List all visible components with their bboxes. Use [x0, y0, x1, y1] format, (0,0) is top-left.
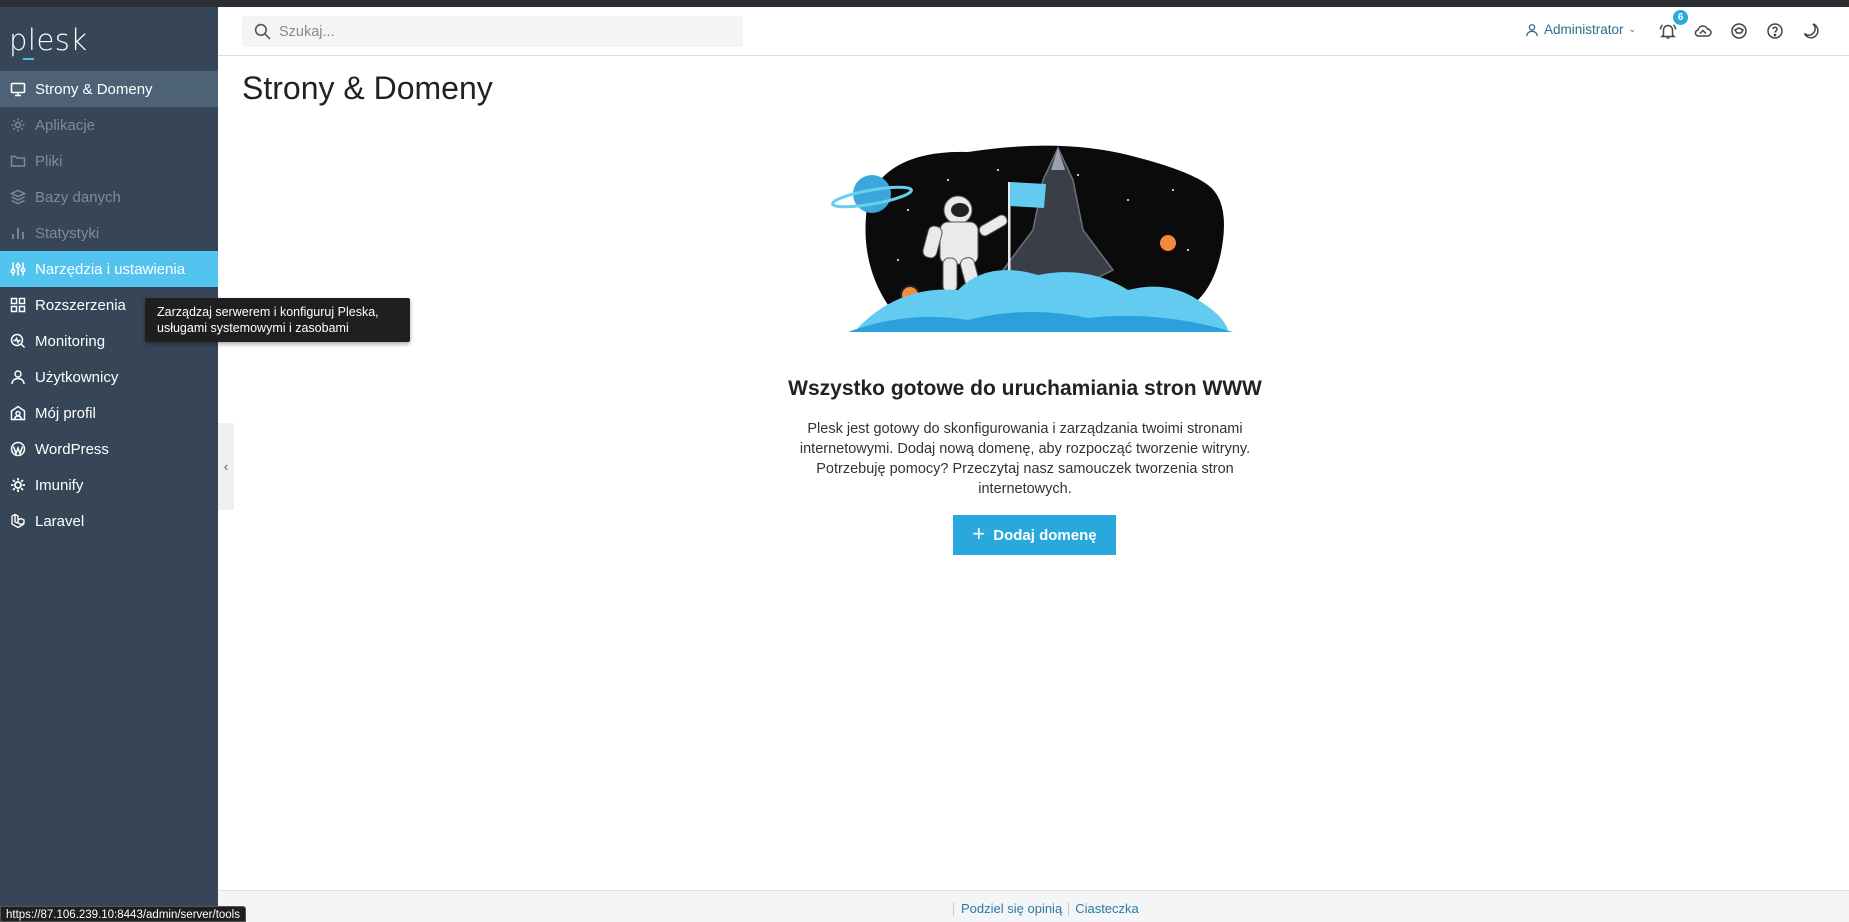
page-title: Strony & Domeny: [242, 70, 493, 106]
bar-chart-icon: [10, 225, 26, 241]
user-menu[interactable]: Administrator ⌄: [1525, 22, 1636, 37]
gear-icon: [10, 117, 26, 133]
bell-icon: [1659, 24, 1677, 39]
search-icon: [254, 23, 271, 40]
sidebar-item-label: Aplikacje: [35, 116, 96, 134]
notifications-button[interactable]: [1658, 21, 1678, 41]
advisor-button[interactable]: [1729, 21, 1749, 41]
user-name: Administrator: [1544, 22, 1624, 37]
cookies-link[interactable]: Ciasteczka: [1069, 901, 1145, 916]
footer: Podziel się opinią Ciasteczka: [218, 890, 1849, 922]
empty-state-title: Wszystko gotowe do uruchamiania stron WW…: [788, 377, 1262, 400]
database-icon: [10, 189, 26, 205]
notifications-badge: 6: [1673, 10, 1688, 25]
profile-icon: [10, 405, 26, 421]
logo-accent: [23, 58, 34, 60]
sidebar-item-label: Bazy danych: [35, 188, 121, 206]
sidebar-item-label: Monitoring: [35, 332, 106, 350]
sidebar-item-tools-settings[interactable]: Narzędzia i ustawienia: [0, 251, 218, 287]
sidebar-item-label: Narzędzia i ustawienia: [35, 260, 186, 278]
browser-status-url: https://87.106.239.10:8443/admin/server/…: [0, 906, 246, 922]
sidebar: plesk Strony & Domeny Aplikacje Pliki Ba…: [0, 7, 218, 922]
sidebar-item-websites-domains[interactable]: Strony & Domeny: [0, 71, 218, 107]
sidebar-item-applications[interactable]: Aplikacje: [0, 107, 218, 143]
feedback-link[interactable]: Podziel się opinią: [955, 901, 1068, 916]
tools-settings-tooltip: Zarządzaj serwerem i konfiguruj Pleska, …: [145, 298, 410, 342]
sidebar-item-statistics[interactable]: Statystyki: [0, 215, 218, 251]
search-input[interactable]: [279, 23, 719, 40]
sidebar-item-label: Mój profil: [35, 404, 96, 422]
top-header: Administrator ⌄ 6: [218, 7, 1849, 56]
cloud-button[interactable]: [1693, 21, 1713, 41]
add-domain-label: Dodaj domenę: [993, 526, 1097, 544]
help-button[interactable]: [1765, 21, 1785, 41]
sidebar-item-label: Imunify: [35, 476, 84, 494]
help-icon: [1767, 23, 1783, 39]
browser-top-strip: [0, 0, 1849, 7]
imunify-icon: [10, 477, 26, 493]
sidebar-item-my-profile[interactable]: Mój profil: [0, 395, 218, 431]
user-icon: [1526, 23, 1538, 36]
sidebar-item-databases[interactable]: Bazy danych: [0, 179, 218, 215]
chevron-left-icon: ‹: [223, 459, 229, 474]
sidebar-collapse-handle[interactable]: ‹: [218, 423, 234, 510]
sliders-icon: [10, 261, 26, 277]
plesk-logo[interactable]: plesk: [9, 23, 88, 63]
user-icon: [10, 369, 26, 385]
add-domain-button[interactable]: + Dodaj domenę: [953, 515, 1116, 555]
monitoring-icon: [10, 333, 26, 349]
footer-separator: [953, 901, 954, 916]
moon-icon: [1803, 23, 1819, 39]
sidebar-item-label: Użytkownicy: [35, 368, 119, 386]
wordpress-icon: [10, 441, 26, 457]
theme-toggle-button[interactable]: [1801, 21, 1821, 41]
sidebar-item-files[interactable]: Pliki: [0, 143, 218, 179]
cloud-icon: [1694, 25, 1712, 37]
laravel-icon: [10, 513, 26, 529]
search-box[interactable]: [242, 16, 743, 47]
sidebar-item-imunify[interactable]: Imunify: [0, 467, 218, 503]
extensions-icon: [10, 297, 26, 313]
footer-links: Podziel się opinią Ciasteczka: [953, 901, 1145, 916]
sidebar-item-users[interactable]: Użytkownicy: [0, 359, 218, 395]
plus-icon: +: [972, 521, 986, 546]
sidebar-item-label: Strony & Domeny: [35, 80, 153, 98]
sidebar-item-label: Laravel: [35, 512, 85, 530]
sidebar-item-label: WordPress: [35, 440, 109, 458]
empty-state-description: Plesk jest gotowy do skonfigurowania i z…: [799, 421, 1251, 497]
astronaut-illustration: [831, 145, 1233, 332]
monitor-icon: [10, 81, 26, 97]
sidebar-item-label: Pliki: [35, 152, 63, 170]
sidebar-item-label: Statystyki: [35, 224, 100, 242]
folder-icon: [10, 153, 26, 169]
advisor-icon: [1731, 23, 1747, 39]
sidebar-item-laravel[interactable]: Laravel: [0, 503, 218, 539]
sidebar-item-wordpress[interactable]: WordPress: [0, 431, 218, 467]
chevron-down-icon: ⌄: [1628, 24, 1637, 34]
sidebar-item-label: Rozszerzenia: [35, 296, 126, 314]
